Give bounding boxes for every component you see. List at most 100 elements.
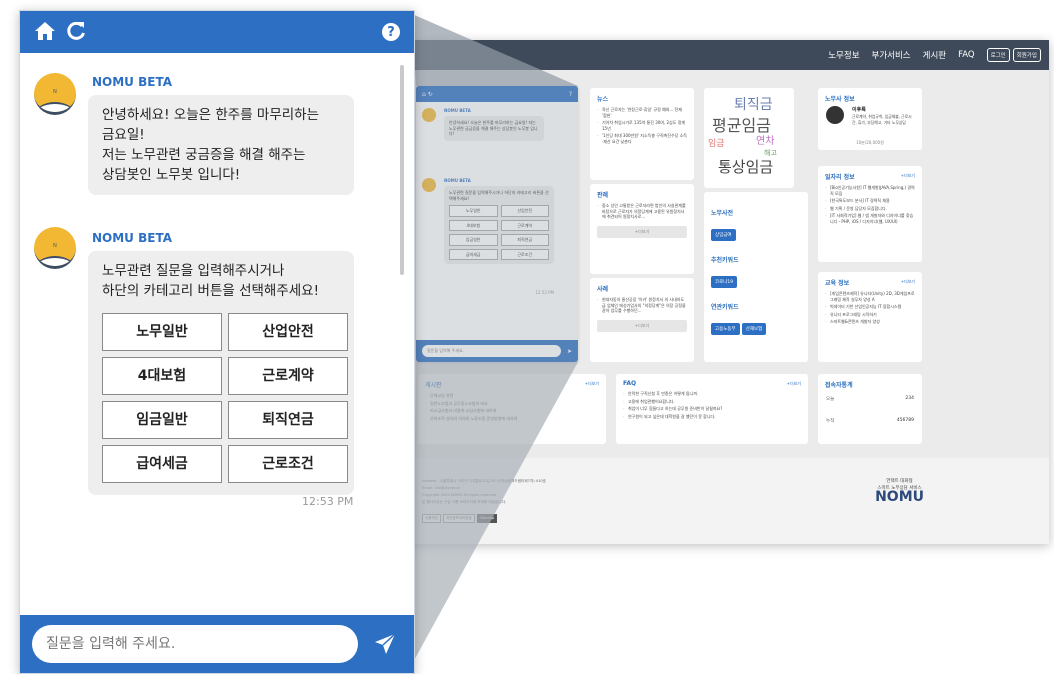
jobs-item[interactable]: [Bio인공기능사원] IT 웹개발(JAVA,Spring,) 경력직 모집	[825, 185, 915, 196]
faq-card: FAQ +더보기 안락한 구직신청 후 만종은 어떻게 됩니까. 고용에 취업관…	[616, 374, 808, 444]
site-nav: 노무정보 부가서비스 게시판 FAQ 로그인 회원가입	[404, 40, 1049, 70]
faq-item[interactable]: 취업이 너무 힘들다고 하는데 공무원 준비반이 달될까요?	[623, 406, 801, 412]
faq-item[interactable]: 고용에 취업관했어요합니다.	[623, 399, 801, 405]
mini-send-icon[interactable]: ➤	[567, 348, 572, 355]
category-button-salary-tax[interactable]: 급여세금	[102, 445, 222, 483]
category-button-labor-contract[interactable]: 근로계약	[228, 357, 348, 395]
news-item[interactable]: 기아차 취업시기로 135억 통진 30여, 2심도 정계 15년	[597, 120, 687, 131]
nav-link-info[interactable]: 노무정보	[828, 49, 859, 61]
faq-item[interactable]: 안락한 구직신청 후 만종은 어떻게 됩니까.	[623, 391, 801, 397]
examples-more-button[interactable]: +더보기	[597, 319, 687, 332]
related-title: 연관키워드	[711, 304, 739, 311]
edu-item[interactable]: [게임콘텐츠제작] 유니티(Unity) 2D, 3D게임프로그래밍 제작 실무…	[825, 291, 915, 302]
message-line: 노무관련 질문을 입력해주시거나	[102, 263, 285, 279]
bot-name: NOMU BETA	[92, 231, 172, 245]
related-tag[interactable]: 고용노동부	[711, 323, 740, 335]
profile-name: 이후록	[852, 107, 866, 113]
sitemap-button[interactable]: Sitemap	[476, 514, 498, 523]
mini-chat-input[interactable]: 질문을 입력해 주세요.	[422, 345, 561, 357]
news-card: 뉴스 육신 근로자는 '연장근로·휴일' 규정 예외... 전제 '합헌' 기아…	[590, 88, 694, 180]
refresh-icon[interactable]	[66, 21, 86, 44]
board-card: 게시판 +더보기 단체교섭 관련 일반노조법과 공무원노조법의 비교 비교급사항…	[418, 374, 606, 444]
board-item[interactable]: 비교급사항과 비용화 교섭사항에 대하여	[425, 408, 599, 414]
news-item[interactable]: '1인당 최대 300만원' 지소득층 구직촉진수당 소득·재산 요건 낮춘다	[597, 133, 687, 144]
cases-item[interactable]: 중소 상인 고통받은 근로자라면 법인의 사실관계를 바탕으로 근로자가 의정당…	[597, 203, 687, 220]
signup-button[interactable]: 회원가입	[1012, 48, 1041, 62]
visitors-total: 456789	[896, 418, 914, 423]
mini-category-button[interactable]: 근로계약	[500, 219, 549, 231]
chat-input[interactable]	[32, 625, 358, 663]
jobs-item[interactable]: 웹 기획 / 운영 담당자 모집합니다.	[825, 206, 915, 212]
dictionary-tag[interactable]: 상임금여	[711, 229, 736, 241]
category-button-social-insurance[interactable]: 4대보험	[102, 357, 222, 395]
mini-timestamp: 12:53 PM	[535, 290, 554, 295]
category-button-labor-general[interactable]: 노무일반	[102, 313, 222, 351]
wordcloud-word: 임금	[708, 139, 725, 149]
mini-category-button[interactable]: 근로조건	[500, 248, 549, 260]
edu-item[interactable]: 유니티 프로그래밍 시작하기	[825, 312, 915, 318]
message-line: 하단의 카테고리 버튼을 선택해주세요!	[102, 283, 320, 299]
edu-more-link[interactable]: +더보기	[901, 279, 915, 285]
faq-item[interactable]: 연구원이 되고 싶은데 대학원을 갈 했던이 못 합니다.	[623, 414, 801, 420]
visitors-card: 접속자통계 오늘 234 누적 456789	[818, 374, 922, 444]
examples-item[interactable]: 현대자동차 울산공장 '이카' 원정치서 의 사내하도급 업체인 애성기업사의 …	[597, 297, 687, 314]
examples-card: 사례 현대자동차 울산공장 '이카' 원정치서 의 사내하도급 업체인 애성기업…	[590, 278, 694, 362]
mini-category-button[interactable]: 노무일반	[449, 205, 498, 217]
category-button-wage-general[interactable]: 임금일반	[102, 401, 222, 439]
edu-item[interactable]: 빅데이터 기반 산업인공지능 IT 융합시스템	[825, 304, 915, 310]
cases-more-button[interactable]: +더보기	[597, 225, 687, 238]
footer-browser-note: 본 웹사이트는 구글 크롬 브라우저에 최적화 되었습니다.	[422, 500, 507, 504]
mini-message: 안녕하세요! 오늘은 한주를 마무리하는 금요일! 저는 노무관련 궁금증을 해…	[444, 116, 544, 141]
wordcloud-word: 통상임금	[718, 158, 774, 176]
board-item[interactable]: 일반노조법과 공무원노조법의 비교	[425, 401, 599, 407]
board-item[interactable]: 단체교섭 관련	[425, 393, 599, 399]
nav-link-faq[interactable]: FAQ	[958, 50, 974, 60]
mini-help-icon: ?	[568, 90, 572, 98]
jobs-item[interactable]: [한국특도보드 분사] IT 경력직 채용	[825, 198, 915, 204]
privacy-button[interactable]: 개인정보처리방침	[442, 514, 475, 523]
visitors-today: 234	[905, 396, 914, 401]
nav-link-board[interactable]: 게시판	[923, 49, 946, 61]
mini-category-button[interactable]: 임금일반	[449, 234, 498, 246]
mini-message-text: 노무관련 질문을 입력해주시거나 하단의 카테고리 버튼을 선택해주세요!	[449, 190, 549, 201]
keyword-tag[interactable]: 코로나19	[711, 276, 738, 288]
mini-chat-preview: ⌂ ↻ ? NOMU BETA 안녕하세요! 오늘은 한주를 마무리하는 금요일…	[416, 86, 578, 362]
jobs-item[interactable]: [IT 사회적기업] 웹 / 앱 개발자와 디자이너를 찾습니다 - PHP, …	[825, 213, 915, 224]
mini-category-button[interactable]: 퇴직연금	[500, 234, 549, 246]
avatar-letter: N	[53, 243, 57, 249]
board-more-link[interactable]: +더보기	[585, 381, 599, 387]
help-icon[interactable]: ?	[382, 23, 400, 41]
home-icon[interactable]	[34, 21, 56, 44]
chat-scrollbar[interactable]	[400, 65, 404, 275]
terms-button[interactable]: 이용약관	[422, 514, 441, 523]
mini-category-message: 노무관련 질문을 입력해주시거나 하단의 카테고리 버튼을 선택해주세요! 노무…	[444, 186, 554, 264]
category-grid: 노무일반 산업안전 4대보험 근로계약 임금일반 퇴직연금 급여세금 근로조건	[102, 313, 348, 483]
send-icon[interactable]	[374, 633, 396, 655]
profile-fee: 10분/20,000원	[856, 140, 884, 145]
message-line: 저는 노무관련 궁금증을 해결 해주는	[102, 147, 306, 163]
news-item[interactable]: 육신 근로자는 '연장근로·휴일' 규정 예외... 전제 '합헌'	[597, 107, 687, 118]
footer-info: Address : 서울특별시 구로구 디지털로33길 55 (이앤씨벤처드림타…	[422, 478, 546, 506]
faq-more-link[interactable]: +더보기	[787, 381, 801, 387]
category-button-industrial-safety[interactable]: 산업안전	[228, 313, 348, 351]
related-tag[interactable]: 산재보험	[741, 323, 767, 335]
edu-item[interactable]: 스마트웹&콘텐츠 개발자 양성	[825, 319, 915, 325]
mini-category-button[interactable]: 급여세금	[449, 248, 498, 260]
mini-bot-name: NOMU BETA	[444, 108, 471, 113]
dictionary-card: 노무사전 상임금여 추천키워드 코로나19 연관키워드 고용노동부 산재보험	[704, 192, 808, 362]
mini-category-button[interactable]: 산업안전	[500, 205, 549, 217]
bot-name: NOMU BETA	[92, 75, 172, 89]
nav-link-services[interactable]: 부가서비스	[872, 49, 911, 61]
mini-category-grid: 노무일반 산업안전 4대보험 근로계약 임금일반 퇴직연금 급여세금 근로조건	[449, 205, 549, 260]
visitors-title: 접속자통계	[825, 382, 853, 389]
board-item[interactable]: 산하조직 설치와 의의와 노동조합 운영방향에 대하여	[425, 416, 599, 422]
category-button-retirement-pension[interactable]: 퇴직연금	[228, 401, 348, 439]
jobs-more-link[interactable]: +더보기	[901, 173, 915, 179]
keyword-wordcloud: 퇴직금 평균임금 연차 임금 해고 통상임금	[704, 88, 794, 188]
chat-footer	[20, 615, 414, 673]
profile-photo	[826, 106, 844, 124]
mini-chat-footer: 질문을 입력해 주세요. ➤	[416, 340, 578, 362]
category-button-working-conditions[interactable]: 근로조건	[228, 445, 348, 483]
mini-category-button[interactable]: 4대보험	[449, 219, 498, 231]
login-button[interactable]: 로그인	[986, 48, 1010, 62]
